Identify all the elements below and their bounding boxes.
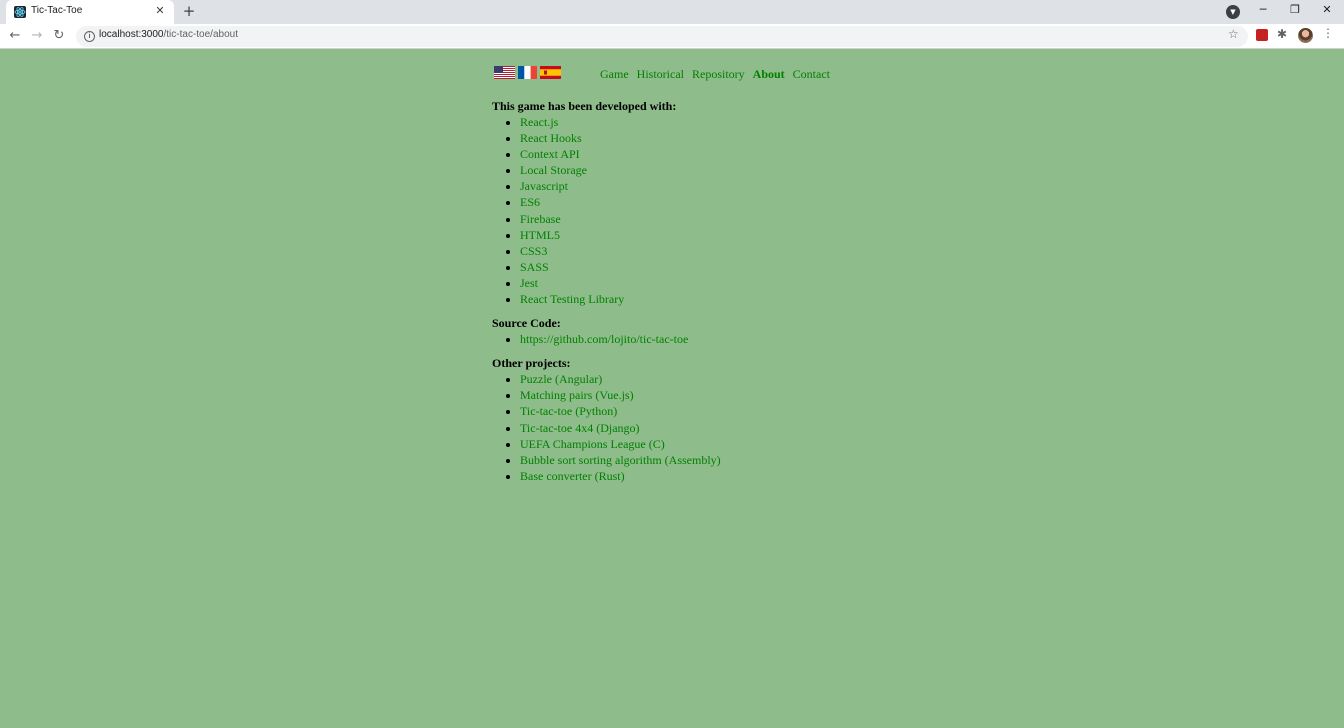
page-content: Game Historical Repository About Contact… bbox=[0, 50, 1344, 728]
tech-link[interactable]: Local Storage bbox=[520, 163, 587, 177]
nav-about[interactable]: About bbox=[753, 67, 785, 81]
tech-link[interactable]: React Hooks bbox=[520, 131, 582, 145]
browser-toolbar: ← → ↻ i localhost:3000/tic-tac-toe/about… bbox=[0, 24, 1344, 49]
site-header: Game Historical Repository About Contact bbox=[494, 63, 894, 83]
list-item: Tic-tac-toe 4x4 (Django) bbox=[520, 420, 721, 436]
react-favicon-icon bbox=[14, 6, 26, 18]
flag-es-icon[interactable] bbox=[540, 66, 561, 79]
project-link[interactable]: UEFA Champions League (C) bbox=[520, 437, 665, 451]
list-item: Puzzle (Angular) bbox=[520, 371, 721, 387]
tech-link[interactable]: Jest bbox=[520, 276, 538, 290]
restore-button[interactable]: ❐ bbox=[1279, 0, 1311, 22]
nav-contact[interactable]: Contact bbox=[793, 67, 830, 81]
tech-link[interactable]: HTML5 bbox=[520, 228, 560, 242]
tab-title: Tic-Tac-Toe bbox=[31, 5, 83, 16]
list-item: Base converter (Rust) bbox=[520, 468, 721, 484]
list-item: Matching pairs (Vue.js) bbox=[520, 387, 721, 403]
github-link[interactable]: https://github.com/lojito/tic-tac-toe bbox=[520, 332, 688, 346]
site-info-icon[interactable]: i bbox=[84, 31, 95, 42]
bookmark-star-icon[interactable]: ☆ bbox=[1228, 27, 1239, 41]
about-content: This game has been developed with: React… bbox=[492, 98, 721, 492]
project-link[interactable]: Tic-tac-toe (Python) bbox=[520, 404, 617, 418]
pdf-extension-icon[interactable] bbox=[1256, 29, 1268, 41]
reload-button[interactable]: ↻ bbox=[49, 26, 69, 46]
list-item: HTML5 bbox=[520, 227, 721, 243]
source-code-heading: Source Code: bbox=[492, 316, 561, 331]
project-link[interactable]: Puzzle (Angular) bbox=[520, 372, 602, 386]
nav-repository[interactable]: Repository bbox=[692, 67, 745, 81]
tech-link[interactable]: CSS3 bbox=[520, 244, 547, 258]
list-item: Bubble sort sorting algorithm (Assembly) bbox=[520, 452, 721, 468]
tech-link[interactable]: React.js bbox=[520, 115, 558, 129]
list-item: React.js bbox=[520, 114, 721, 130]
list-item: UEFA Champions League (C) bbox=[520, 436, 721, 452]
tab-strip: Tic-Tac-Toe ✕ + ▼ ─ ❐ ✕ bbox=[0, 0, 1344, 24]
flag-us-icon[interactable] bbox=[494, 66, 515, 79]
tech-link[interactable]: Context API bbox=[520, 147, 580, 161]
flag-fr-icon[interactable] bbox=[518, 66, 537, 79]
browser-tab[interactable]: Tic-Tac-Toe ✕ bbox=[6, 0, 174, 24]
tech-link[interactable]: Firebase bbox=[520, 212, 561, 226]
list-item: Context API bbox=[520, 146, 721, 162]
project-link[interactable]: Bubble sort sorting algorithm (Assembly) bbox=[520, 453, 721, 467]
nav-historical[interactable]: Historical bbox=[637, 67, 684, 81]
list-item: SASS bbox=[520, 259, 721, 275]
nav-game[interactable]: Game bbox=[600, 67, 629, 81]
tech-link[interactable]: Javascript bbox=[520, 179, 568, 193]
project-link[interactable]: Base converter (Rust) bbox=[520, 469, 625, 483]
back-button[interactable]: ← bbox=[5, 26, 25, 46]
list-item: React Hooks bbox=[520, 130, 721, 146]
list-item: Jest bbox=[520, 275, 721, 291]
list-item: React Testing Library bbox=[520, 291, 721, 307]
tech-link[interactable]: SASS bbox=[520, 260, 549, 274]
source-list: https://github.com/lojito/tic-tac-toe bbox=[492, 331, 721, 347]
tech-link[interactable]: ES6 bbox=[520, 195, 540, 209]
url-host: localhost:3000 bbox=[99, 29, 164, 40]
developed-with-heading: This game has been developed with: bbox=[492, 99, 677, 113]
list-item: https://github.com/lojito/tic-tac-toe bbox=[520, 331, 721, 347]
list-item: Javascript bbox=[520, 178, 721, 194]
tech-link[interactable]: React Testing Library bbox=[520, 292, 624, 306]
list-item: Tic-tac-toe (Python) bbox=[520, 403, 721, 419]
tech-list: React.js React Hooks Context API Local S… bbox=[492, 114, 721, 307]
profile-avatar[interactable] bbox=[1298, 28, 1313, 43]
list-item: Local Storage bbox=[520, 162, 721, 178]
main-nav: Game Historical Repository About Contact bbox=[600, 67, 835, 82]
project-link[interactable]: Tic-tac-toe 4x4 (Django) bbox=[520, 421, 640, 435]
tab-search-icon[interactable]: ▼ bbox=[1226, 5, 1240, 19]
project-link[interactable]: Matching pairs (Vue.js) bbox=[520, 388, 634, 402]
address-bar[interactable]: i localhost:3000/tic-tac-toe/about ☆ bbox=[76, 26, 1248, 47]
url-text[interactable]: localhost:3000/tic-tac-toe/about bbox=[99, 29, 238, 40]
tab-close-icon[interactable]: ✕ bbox=[152, 3, 168, 19]
other-projects-heading: Other projects: bbox=[492, 356, 571, 371]
browser-menu-icon[interactable]: ⋮ bbox=[1322, 26, 1334, 40]
list-item: ES6 bbox=[520, 194, 721, 210]
forward-button[interactable]: → bbox=[27, 26, 47, 46]
extensions-puzzle-icon[interactable]: ✱ bbox=[1277, 27, 1287, 41]
projects-list: Puzzle (Angular) Matching pairs (Vue.js)… bbox=[492, 371, 721, 484]
url-path: /tic-tac-toe/about bbox=[163, 29, 238, 40]
window-close-button[interactable]: ✕ bbox=[1311, 0, 1343, 22]
list-item: Firebase bbox=[520, 211, 721, 227]
list-item: CSS3 bbox=[520, 243, 721, 259]
new-tab-button[interactable]: + bbox=[180, 2, 198, 20]
minimize-button[interactable]: ─ bbox=[1247, 0, 1279, 22]
